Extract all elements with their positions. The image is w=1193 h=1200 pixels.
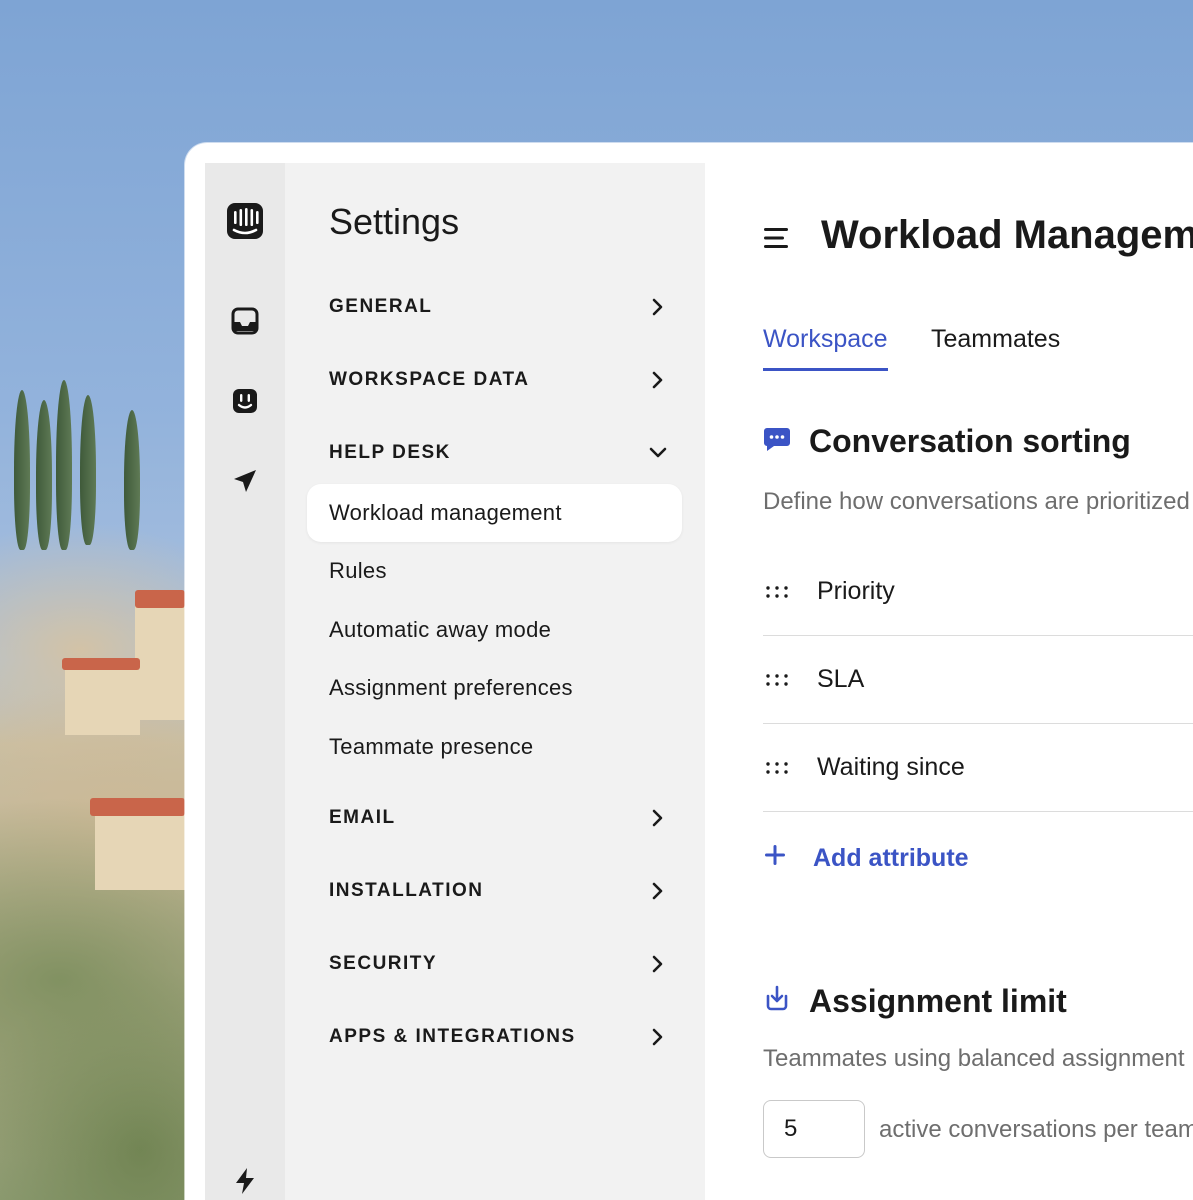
nav-section-label: SECURITY <box>329 953 438 974</box>
nav-section-security[interactable]: SECURITY <box>329 944 669 984</box>
nav-item-workload-management[interactable]: Workload management <box>307 484 682 542</box>
assignment-limit-heading: Assignment limit <box>763 983 1067 1020</box>
cypress-tree <box>36 400 52 550</box>
assignment-limit-description: Teammates using balanced assignment <box>763 1045 1185 1072</box>
drag-handle-icon[interactable] <box>763 761 791 775</box>
cypress-tree <box>56 380 72 550</box>
conversation-sorting-description: Define how conversations are prioritized <box>763 488 1190 515</box>
nav-section-apps-integrations[interactable]: APPS & INTEGRATIONS <box>329 1017 669 1057</box>
nav-section-workspace-data[interactable]: WORKSPACE DATA <box>329 360 669 400</box>
chevron-right-icon <box>647 1026 669 1048</box>
add-attribute-button[interactable]: Add attribute <box>763 843 969 874</box>
chevron-right-icon <box>647 807 669 829</box>
add-attribute-label: Add attribute <box>813 844 969 872</box>
drag-handle-icon[interactable] <box>763 585 791 599</box>
assignment-limit-input[interactable] <box>763 1100 865 1158</box>
villa-wall <box>95 810 185 890</box>
sort-attribute-row[interactable]: Waiting since <box>763 724 1193 812</box>
nav-section-label: WORKSPACE DATA <box>329 369 530 390</box>
settings-nav: Settings GENERAL WORKSPACE DATA HELP DES… <box>285 163 705 1200</box>
nav-section-email[interactable]: EMAIL <box>329 798 669 838</box>
chevron-right-icon <box>647 369 669 391</box>
sort-attribute-row[interactable]: SLA <box>763 636 1193 724</box>
nav-item-assignment-preferences[interactable]: Assignment preferences <box>307 659 682 717</box>
plus-icon <box>763 843 787 874</box>
nav-item-rules[interactable]: Rules <box>307 542 682 600</box>
conversation-sorting-heading: Conversation sorting <box>763 423 1131 460</box>
villa-roof <box>90 798 185 816</box>
logo-icon[interactable] <box>225 201 265 241</box>
cypress-tree <box>80 395 96 545</box>
section-title-text: Conversation sorting <box>809 423 1131 459</box>
app-frame: Settings GENERAL WORKSPACE DATA HELP DES… <box>205 163 1193 1200</box>
sort-attribute-label: SLA <box>817 665 865 693</box>
drag-handle-icon[interactable] <box>763 673 791 687</box>
messenger-icon[interactable] <box>225 381 265 421</box>
nav-section-installation[interactable]: INSTALLATION <box>329 871 669 911</box>
nav-section-general[interactable]: GENERAL <box>329 287 669 327</box>
chat-bubble-icon <box>763 423 791 460</box>
villa-wall <box>135 600 185 720</box>
villa-roof <box>135 590 185 608</box>
chevron-down-icon <box>647 442 669 464</box>
chevron-right-icon <box>647 953 669 975</box>
nav-section-help-desk[interactable]: HELP DESK <box>329 433 669 473</box>
sort-attribute-label: Priority <box>817 577 895 605</box>
nav-section-label: GENERAL <box>329 296 433 317</box>
tab-workspace[interactable]: Workspace <box>763 325 888 371</box>
tab-teammates[interactable]: Teammates <box>931 325 1060 368</box>
page-title: Workload Management <box>821 213 1193 257</box>
chevron-right-icon <box>647 880 669 902</box>
sort-attribute-row[interactable]: Priority <box>763 548 1193 636</box>
nav-section-label: HELP DESK <box>329 442 451 463</box>
villa-wall <box>65 665 140 735</box>
nav-item-teammate-presence[interactable]: Teammate presence <box>307 718 682 776</box>
download-inbox-icon <box>763 983 791 1020</box>
outbound-send-icon[interactable] <box>225 461 265 501</box>
cypress-tree <box>124 410 140 550</box>
app-window: Settings GENERAL WORKSPACE DATA HELP DES… <box>185 143 1193 1200</box>
main-panel: Workload Management Workspace Teammates … <box>705 163 1193 1200</box>
section-title-text: Assignment limit <box>809 983 1067 1019</box>
inbox-icon[interactable] <box>225 301 265 341</box>
lightning-icon[interactable] <box>225 1161 265 1200</box>
villa-roof <box>62 658 140 670</box>
nav-item-automatic-away-mode[interactable]: Automatic away mode <box>307 601 682 659</box>
nav-section-label: INSTALLATION <box>329 880 484 901</box>
nav-section-label: EMAIL <box>329 807 396 828</box>
nav-section-label: APPS & INTEGRATIONS <box>329 1026 576 1047</box>
assignment-limit-suffix: active conversations per teammate <box>879 1116 1193 1143</box>
icon-rail <box>205 163 285 1200</box>
cypress-tree <box>14 390 30 550</box>
chevron-right-icon <box>647 296 669 318</box>
sort-attribute-label: Waiting since <box>817 753 965 781</box>
settings-title: Settings <box>329 201 460 242</box>
hamburger-menu-icon[interactable] <box>763 225 793 251</box>
